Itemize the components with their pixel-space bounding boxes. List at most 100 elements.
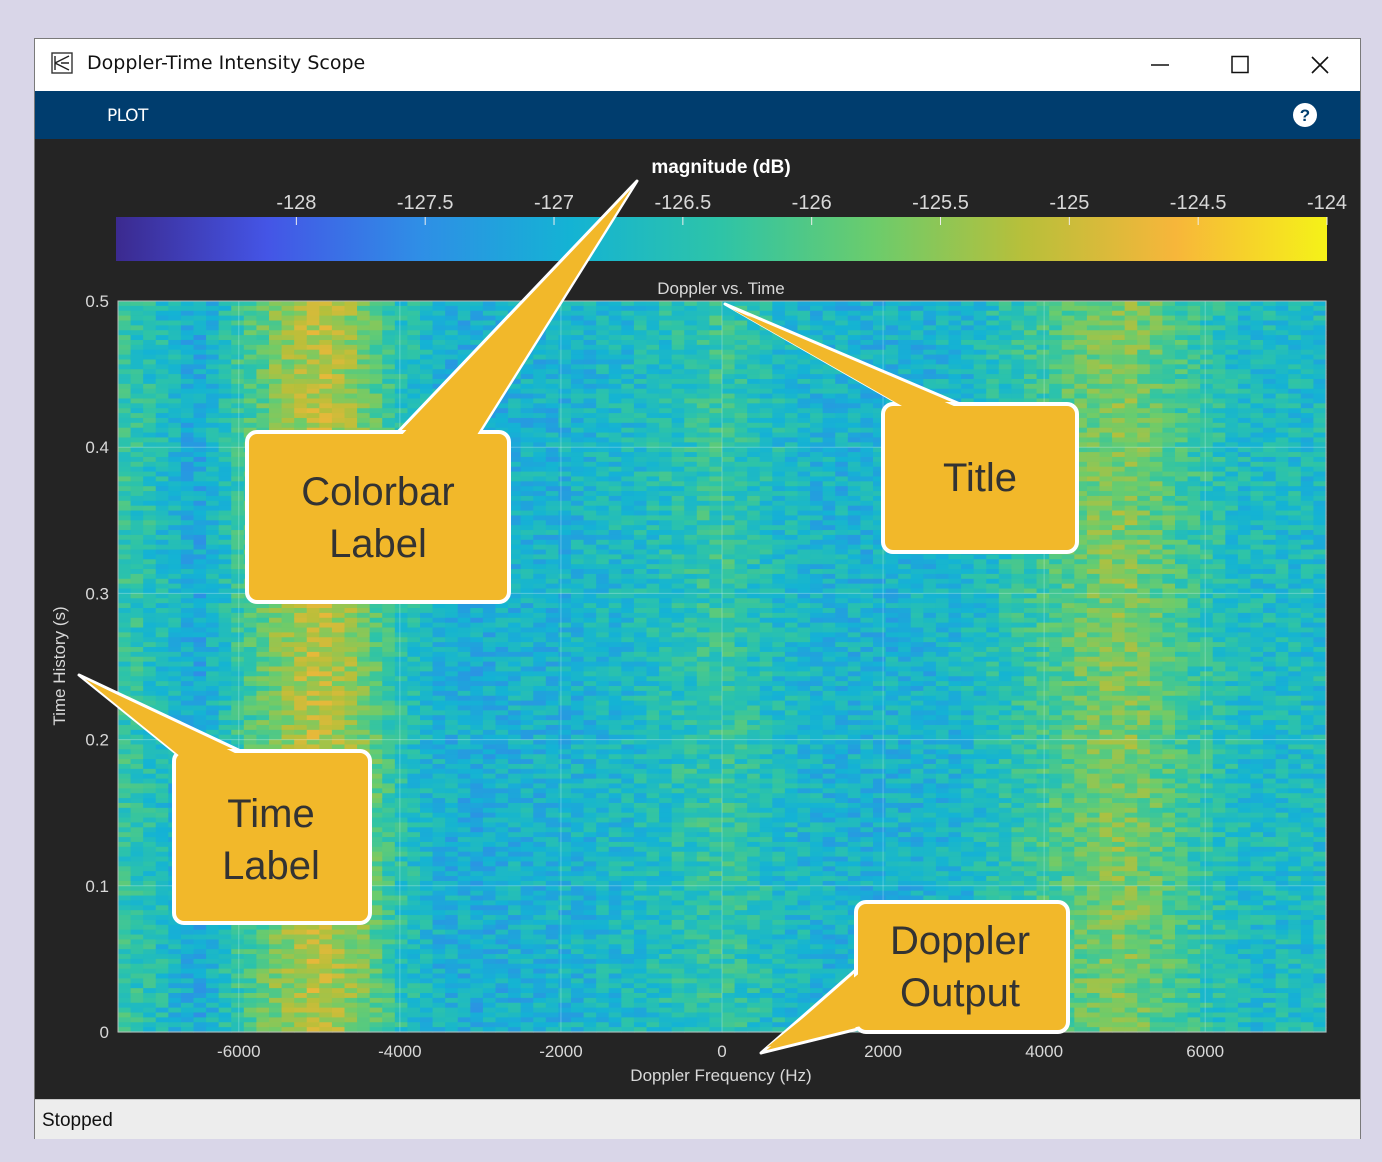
heatmap-cell	[482, 724, 497, 731]
heatmap-cell	[168, 403, 182, 409]
heatmap-cell	[243, 739, 258, 746]
heatmap-cell	[118, 1017, 132, 1023]
heatmap-cell	[407, 851, 421, 858]
heatmap-cell	[306, 349, 320, 356]
heatmap-cell	[420, 617, 434, 624]
heatmap-cell	[118, 651, 132, 658]
heatmap-cell	[180, 939, 195, 945]
heatmap-cell	[394, 651, 409, 658]
heatmap-cell	[118, 432, 132, 439]
heatmap-cell	[508, 978, 522, 984]
heatmap-cell	[495, 793, 509, 799]
heatmap-cell	[331, 676, 346, 682]
heatmap-cell	[495, 778, 509, 785]
heatmap-cell	[294, 939, 308, 945]
heatmap-cell	[231, 617, 245, 624]
heatmap-cell	[432, 812, 446, 819]
heatmap-cell	[294, 690, 308, 697]
heatmap-cell	[218, 383, 232, 390]
heatmap-cell	[168, 1007, 182, 1014]
heatmap-cell	[243, 617, 258, 624]
heatmap-cell	[394, 729, 409, 736]
heatmap-cell	[206, 647, 220, 653]
heatmap-cell	[407, 335, 421, 341]
heatmap-cell	[445, 695, 459, 702]
heatmap-cell	[269, 301, 283, 307]
heatmap-cell	[369, 978, 383, 984]
heatmap-cell	[382, 700, 396, 707]
heatmap-cell	[445, 622, 459, 629]
heatmap-cell	[495, 773, 509, 780]
heatmap-cell	[180, 398, 195, 404]
heatmap-cell	[180, 471, 195, 478]
heatmap-cell	[482, 861, 497, 867]
heatmap-cell	[520, 827, 534, 833]
heatmap-cell	[357, 949, 371, 955]
heatmap-cell	[168, 612, 182, 619]
heatmap-cell	[256, 958, 270, 965]
heatmap-cell	[130, 491, 144, 497]
heatmap-cell	[143, 344, 157, 351]
heatmap-cell	[394, 885, 409, 892]
heatmap-cell	[420, 837, 434, 843]
heatmap-cell	[168, 530, 182, 536]
heatmap-cell	[331, 393, 346, 400]
help-icon[interactable]: ?	[1292, 102, 1318, 128]
heatmap-cell	[155, 530, 169, 536]
heatmap-cell	[520, 671, 534, 677]
heatmap-cell	[294, 681, 308, 687]
heatmap-cell	[445, 715, 459, 721]
heatmap-cell	[269, 349, 283, 356]
heatmap-cell	[495, 408, 509, 414]
heatmap-cell	[193, 301, 207, 307]
heatmap-cell	[420, 676, 434, 682]
tab-plot[interactable]: PLOT	[107, 106, 148, 126]
heatmap-cell	[243, 983, 258, 989]
heatmap-cell	[130, 554, 144, 560]
heatmap-cell	[508, 647, 522, 653]
heatmap-cell	[470, 710, 484, 716]
heatmap-cell	[294, 720, 308, 726]
heatmap-cell	[193, 934, 207, 940]
heatmap-cell	[508, 637, 522, 643]
minimize-button[interactable]	[1120, 39, 1200, 91]
heatmap-cell	[407, 398, 421, 404]
heatmap-cell	[457, 958, 471, 965]
heatmap-cell	[470, 632, 484, 638]
heatmap-cell	[256, 724, 270, 731]
heatmap-cell	[420, 627, 434, 633]
heatmap-cell	[357, 958, 371, 965]
heatmap-cell	[520, 905, 534, 911]
heatmap-cell	[281, 695, 295, 702]
heatmap-cell	[495, 671, 509, 677]
heatmap-cell	[420, 690, 434, 697]
heatmap-cell	[143, 744, 157, 750]
heatmap-cell	[520, 647, 534, 653]
heatmap-cell	[319, 1012, 333, 1018]
heatmap-cell	[394, 388, 409, 395]
heatmap-cell	[130, 802, 144, 809]
heatmap-cell	[432, 369, 446, 375]
heatmap-cell	[508, 963, 522, 970]
heatmap-cell	[457, 822, 471, 828]
heatmap-cell	[218, 617, 232, 624]
maximize-button[interactable]	[1200, 39, 1280, 91]
heatmap-cell	[407, 339, 421, 346]
heatmap-cell	[420, 305, 434, 312]
heatmap-cell	[407, 793, 421, 799]
heatmap-cell	[206, 339, 220, 346]
heatmap-cell	[457, 335, 471, 341]
heatmap-cell	[369, 320, 383, 326]
heatmap-cell	[445, 642, 459, 648]
heatmap-cell	[520, 841, 534, 848]
heatmap-cell	[432, 627, 446, 633]
title-bar[interactable]: Doppler-Time Intensity Scope	[35, 39, 1360, 91]
close-button[interactable]	[1280, 39, 1360, 91]
heatmap-cell	[445, 310, 459, 317]
heatmap-cell	[482, 320, 497, 326]
heatmap-cell	[180, 1012, 195, 1018]
heatmap-cell	[394, 1022, 409, 1028]
heatmap-cell	[143, 978, 157, 984]
heatmap-cell	[508, 939, 522, 945]
heatmap-cell	[118, 320, 132, 326]
